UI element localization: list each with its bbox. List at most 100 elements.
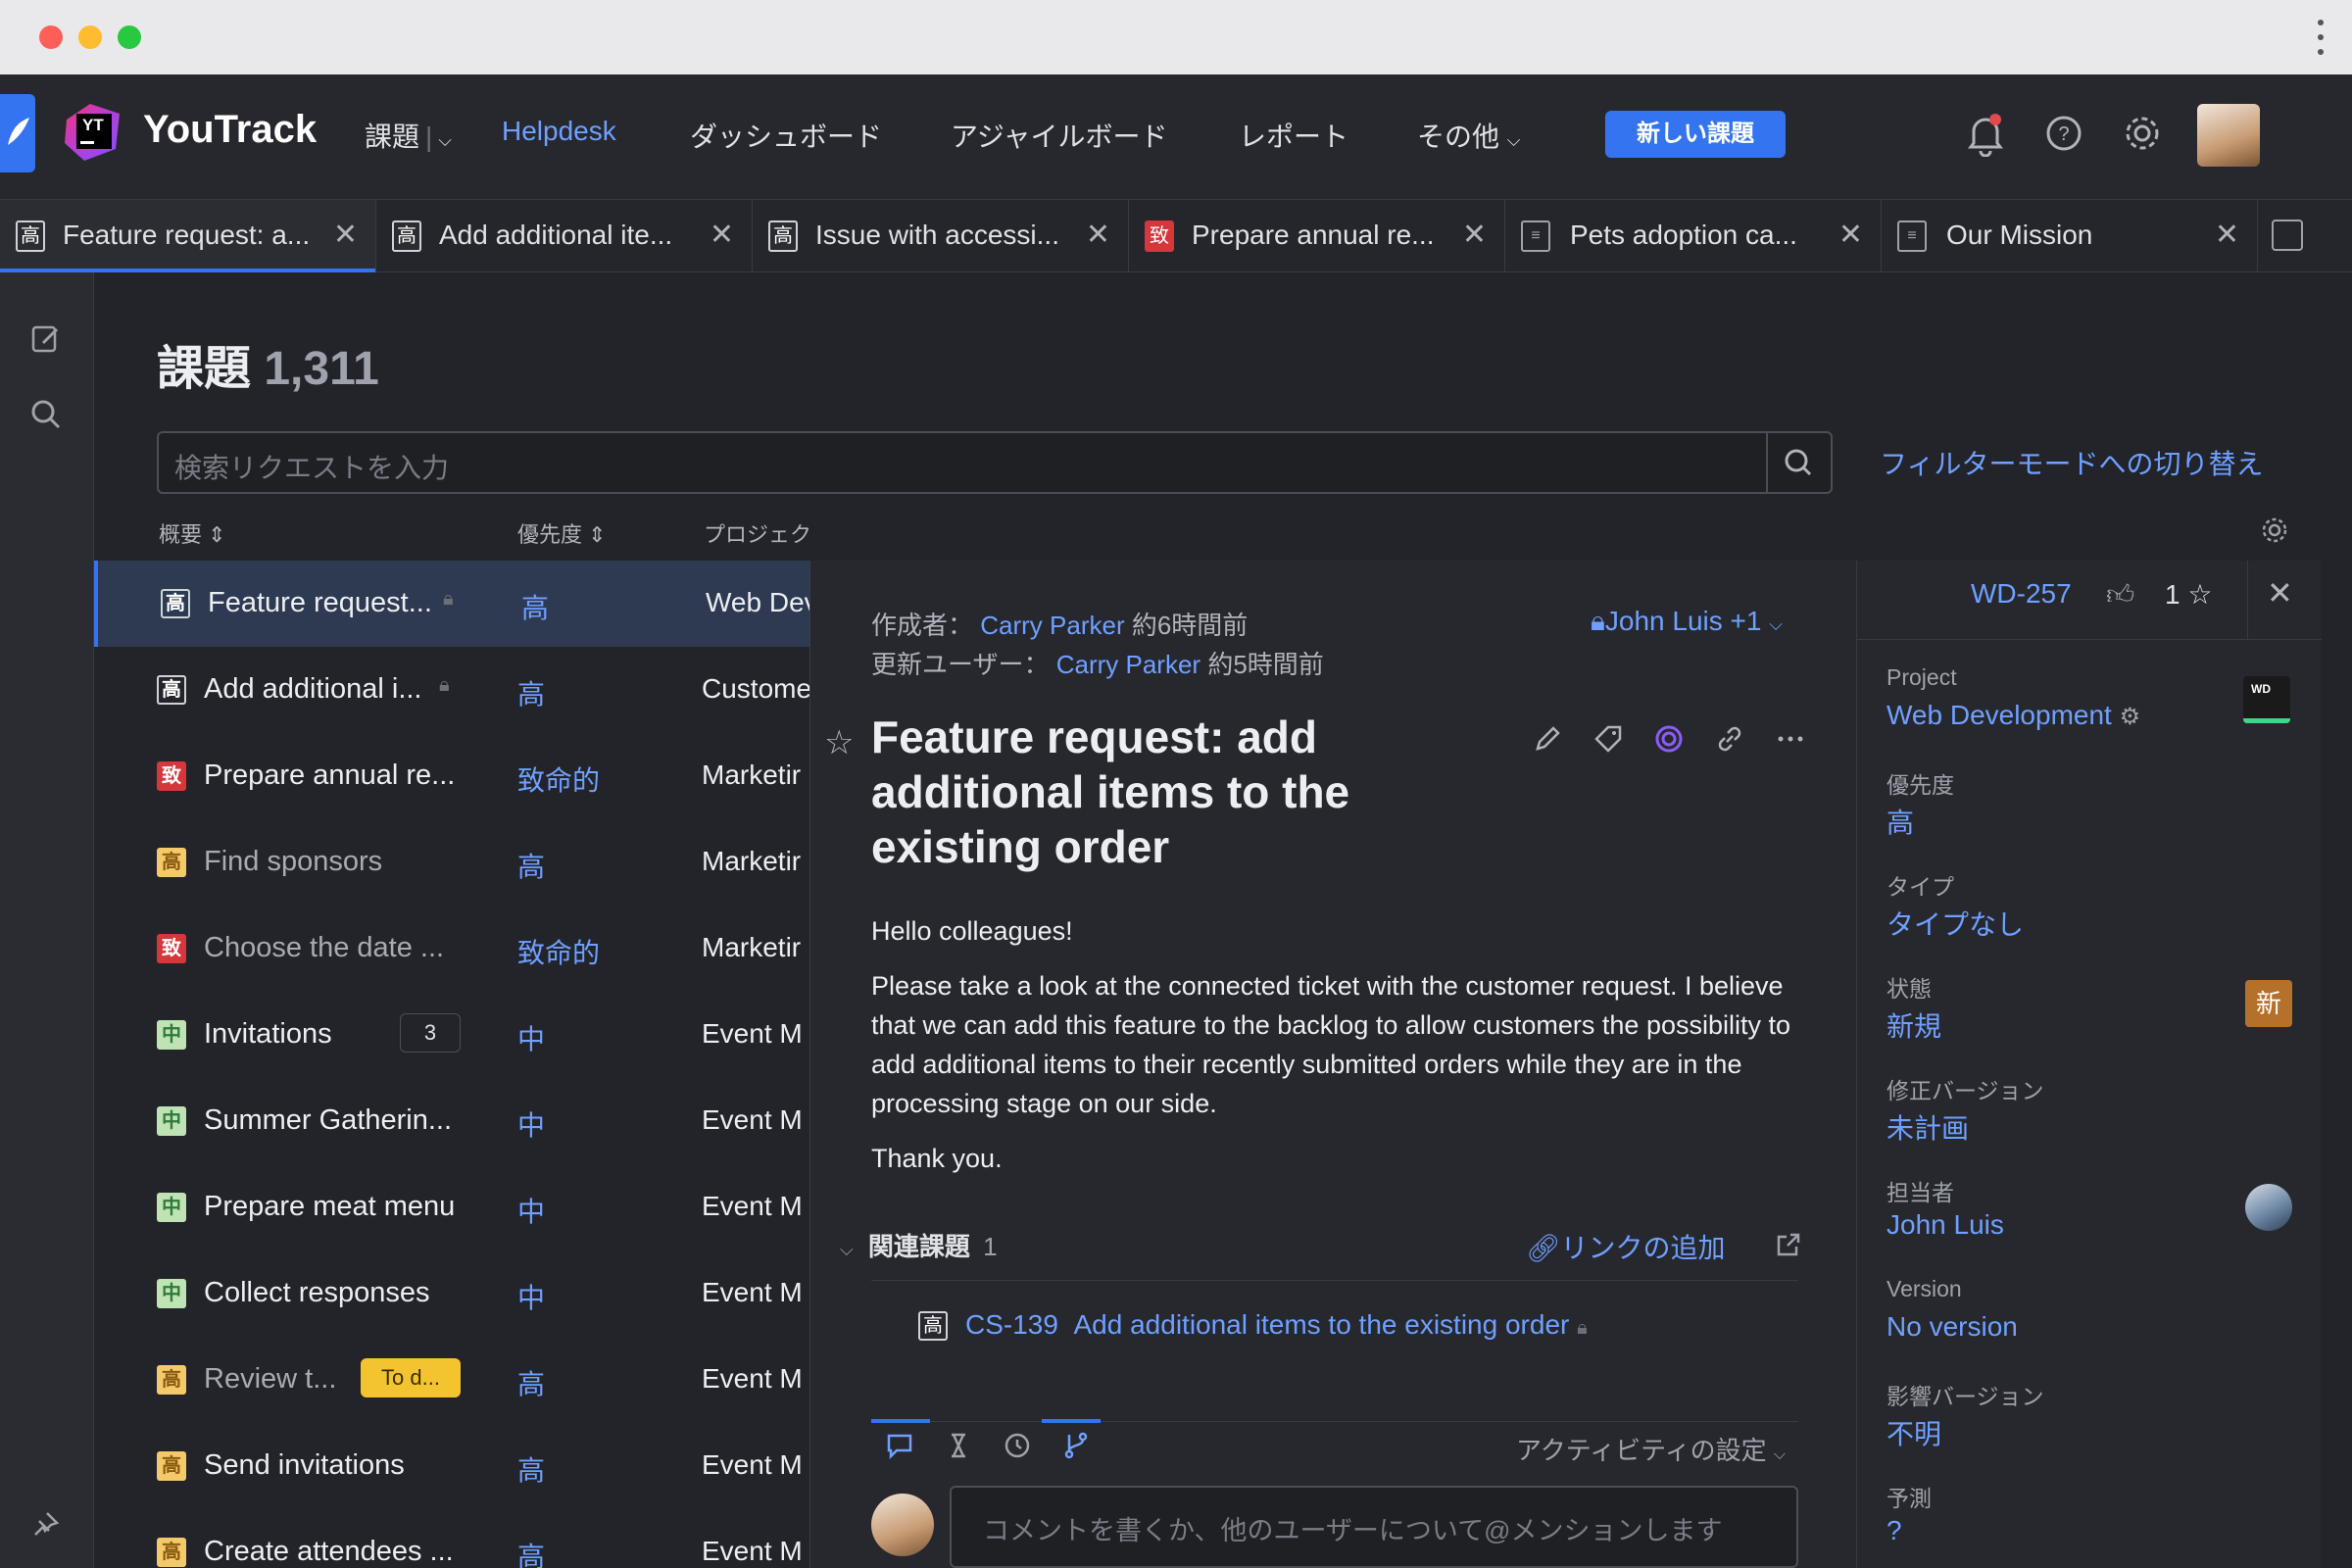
nav-more[interactable]: その他 ⌵: [1417, 116, 1520, 155]
tag-badge[interactable]: To d...: [361, 1358, 461, 1397]
issue-project[interactable]: Marketir: [702, 932, 809, 963]
issue-priority[interactable]: 致命的: [517, 760, 600, 799]
tab-add-additional-items[interactable]: 高 Add additional ite... ✕: [376, 200, 753, 272]
close-icon[interactable]: ✕: [1462, 218, 1487, 252]
column-priority[interactable]: 優先度 ⇕: [517, 517, 607, 549]
issue-summary[interactable]: Review t...: [204, 1363, 336, 1396]
issue-summary[interactable]: Prepare annual re...: [204, 760, 455, 792]
issue-project[interactable]: Marketir: [702, 846, 809, 877]
field-value-state[interactable]: 新規: [1886, 1005, 1941, 1045]
star-icon[interactable]: ☆: [824, 723, 854, 762]
issue-summary[interactable]: Find sponsors: [204, 846, 382, 878]
issue-priority[interactable]: 高: [517, 1536, 545, 1568]
nav-reports[interactable]: レポート: [1239, 116, 1348, 155]
close-icon[interactable]: ✕: [1086, 218, 1110, 252]
field-value-project[interactable]: Web Development ⚙: [1886, 700, 2140, 731]
table-row[interactable]: 高 Find sponsors 高 Marketir: [94, 819, 809, 906]
issue-summary[interactable]: Send invitations: [204, 1449, 405, 1482]
issue-project[interactable]: Event M: [702, 1536, 809, 1567]
table-row[interactable]: 中 Prepare meat menu 中 Event M: [94, 1164, 809, 1250]
issue-priority[interactable]: 高: [521, 587, 549, 626]
issue-priority[interactable]: 高: [517, 846, 545, 885]
more-icon[interactable]: [1775, 723, 1806, 755]
column-summary[interactable]: 概要 ⇕: [159, 517, 226, 549]
link-icon[interactable]: [1714, 723, 1745, 755]
user-avatar[interactable]: [2197, 104, 2260, 167]
table-row[interactable]: 中 Summer Gatherin... 中 Event M: [94, 1078, 809, 1164]
tab-feature-request[interactable]: 高 Feature request: a... ✕: [0, 200, 376, 272]
youtrack-logo[interactable]: YT: [61, 100, 125, 165]
vcs-branch-icon[interactable]: [1061, 1431, 1091, 1460]
issue-summary[interactable]: Invitations: [204, 1018, 332, 1051]
issue-priority[interactable]: 中: [517, 1104, 545, 1144]
pencil-icon[interactable]: [1532, 723, 1563, 755]
tag-icon[interactable]: [1592, 723, 1624, 755]
edit-note-icon[interactable]: [29, 321, 63, 360]
linked-issues-header[interactable]: ⌵ 関連課題 1: [840, 1227, 998, 1263]
issue-priority[interactable]: 致命的: [517, 932, 600, 971]
issue-priority[interactable]: 高: [517, 1449, 545, 1489]
nav-agile-boards[interactable]: アジャイルボード: [951, 116, 1167, 155]
issue-summary[interactable]: Feature request...: [208, 587, 432, 619]
clock-icon[interactable]: [1003, 1431, 1032, 1460]
issue-priority[interactable]: 中: [517, 1277, 545, 1316]
issue-summary[interactable]: Choose the date ...: [204, 932, 444, 964]
tab-pets-adoption[interactable]: ≡ Pets adoption ca... ✕: [1505, 200, 1882, 272]
star-count[interactable]: 1 ☆: [2165, 578, 2212, 611]
issue-project[interactable]: Event M: [702, 1191, 809, 1222]
created-by-link[interactable]: Carry Parker: [980, 611, 1124, 640]
tab-issue-with-accessibility[interactable]: 高 Issue with accessi... ✕: [753, 200, 1129, 272]
table-row[interactable]: 高 Create attendees ... 高 Event M: [94, 1509, 809, 1568]
feather-icon[interactable]: [0, 94, 35, 172]
ai-spiral-icon[interactable]: [1653, 723, 1685, 755]
table-row[interactable]: 高 Send invitations 高 Event M: [94, 1423, 809, 1509]
close-icon[interactable]: ✕: [1838, 218, 1863, 252]
close-window-button[interactable]: [39, 25, 63, 49]
comment-icon[interactable]: [885, 1431, 914, 1460]
tab-our-mission[interactable]: ≡ Our Mission ✕: [1882, 200, 2258, 272]
nav-issues[interactable]: 課題 | ⌵: [365, 116, 452, 155]
activity-settings[interactable]: アクティビティの設定 ⌵: [1516, 1431, 1786, 1467]
issue-project[interactable]: Marketir: [702, 760, 809, 791]
linked-issue[interactable]: CS-139 Add additional items to the exist…: [965, 1309, 1588, 1341]
nav-dashboards[interactable]: ダッシュボード: [690, 116, 882, 155]
issue-project[interactable]: Event M: [702, 1018, 809, 1050]
thumbs-up-icon[interactable]: 👍︎: [2106, 578, 2134, 612]
search-button[interactable]: [1766, 433, 1831, 492]
minimize-window-button[interactable]: [78, 25, 102, 49]
gear-icon[interactable]: ⚙: [2120, 704, 2141, 730]
column-project[interactable]: プロジェクト: [704, 517, 809, 549]
field-value-affected-versions[interactable]: 不明: [1886, 1413, 1941, 1452]
search-icon[interactable]: [29, 398, 63, 436]
filter-mode-link[interactable]: フィルターモードへの切り替え: [1880, 443, 2263, 482]
issue-project[interactable]: Event M: [702, 1363, 809, 1395]
field-value-estimate[interactable]: ?: [1886, 1515, 1902, 1546]
issue-project[interactable]: Event M: [702, 1104, 809, 1136]
issue-project[interactable]: Event M: [702, 1449, 809, 1481]
issue-id[interactable]: WD-257: [1971, 578, 2072, 610]
issue-priority[interactable]: 高: [517, 673, 545, 712]
open-external-icon[interactable]: [1775, 1231, 1802, 1263]
pin-icon[interactable]: [29, 1509, 61, 1545]
table-row[interactable]: 高 Feature request... 🔒︎ 高 Web Dev: [94, 561, 813, 647]
issue-summary[interactable]: Add additional i...: [204, 673, 421, 706]
issue-summary[interactable]: Summer Gatherin...: [204, 1104, 452, 1137]
table-row[interactable]: 高 Review t... To d... 高 Event M: [94, 1337, 809, 1423]
search-input[interactable]: 検索リクエストを入力: [157, 431, 1833, 494]
field-value-assignee[interactable]: John Luis: [1886, 1209, 2004, 1241]
close-icon[interactable]: ✕: [333, 218, 358, 252]
issue-project[interactable]: Event M: [702, 1277, 809, 1308]
table-row[interactable]: 中 Collect responses 中 Event M: [94, 1250, 809, 1337]
issue-summary[interactable]: Create attendees ...: [204, 1536, 454, 1568]
issue-title[interactable]: Feature request: add additional items to…: [871, 710, 1420, 874]
maximize-window-button[interactable]: [118, 25, 141, 49]
close-icon[interactable]: ✕: [710, 218, 734, 252]
issue-project[interactable]: Custome: [702, 673, 809, 705]
field-value-fix-version[interactable]: 未計画: [1886, 1107, 1969, 1147]
issue-project[interactable]: Web Dev: [706, 587, 813, 618]
hourglass-icon[interactable]: [944, 1431, 973, 1460]
table-row[interactable]: 致 Choose the date ... 致命的 Marketir: [94, 906, 809, 992]
table-row[interactable]: 致 Prepare annual re... 致命的 Marketir: [94, 733, 809, 819]
visibility-selector[interactable]: 🔒︎John Luis +1 ⌵: [1591, 606, 1783, 638]
tabs-overview-icon[interactable]: [2272, 220, 2303, 251]
